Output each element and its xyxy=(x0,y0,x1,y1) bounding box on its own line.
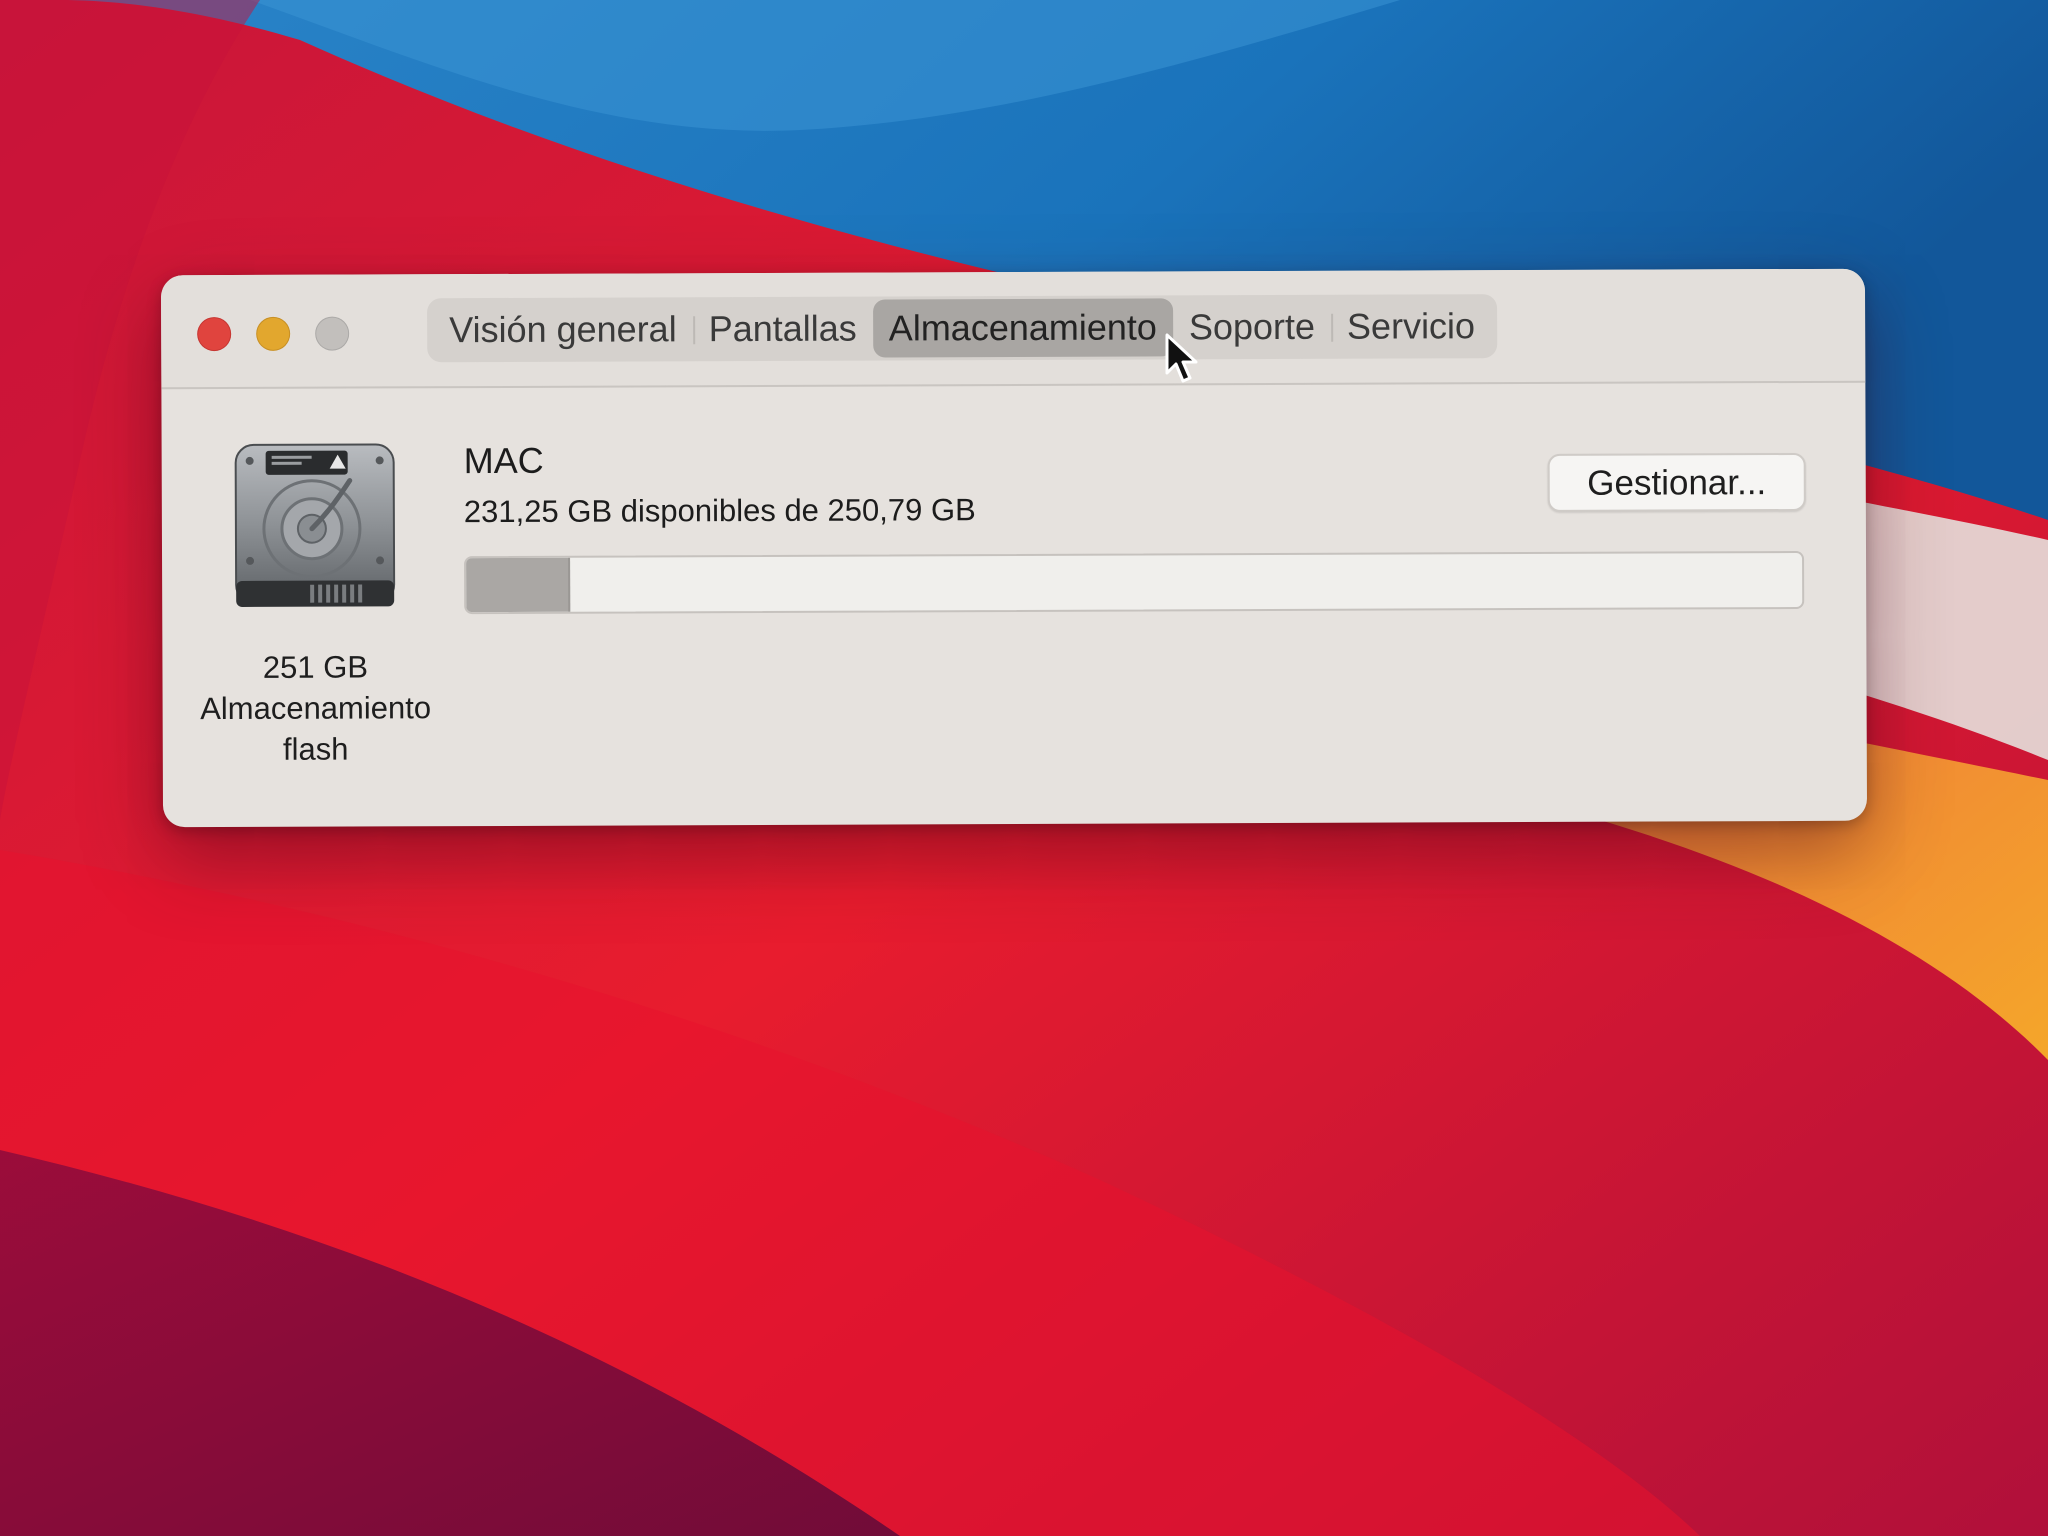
tab-bar: Visión general Pantallas Almacenamiento … xyxy=(427,294,1498,363)
tab-almacenamiento[interactable]: Almacenamiento xyxy=(872,298,1174,358)
storage-panel: 251 GB Almacenamiento flash MAC 231,25 G… xyxy=(161,383,1867,828)
volume-name: MAC xyxy=(463,439,544,482)
volume-capacity-info: 231,25 GB disponibles de 250,79 GB xyxy=(463,492,976,530)
minimize-window-button[interactable] xyxy=(256,316,291,351)
hard-drive-icon xyxy=(234,443,396,607)
close-window-button[interactable] xyxy=(197,317,232,352)
title-bar: Visión general Pantallas Almacenamiento … xyxy=(160,268,1866,390)
disk-type-line1: Almacenamiento xyxy=(200,690,432,727)
disk-size: 251 GB xyxy=(262,649,369,685)
manage-storage-button[interactable]: Gestionar... xyxy=(1547,452,1806,512)
tab-vision-general[interactable]: Visión general xyxy=(433,300,693,359)
disk-caption: 251 GB Almacenamiento flash xyxy=(172,646,458,770)
zoom-window-button[interactable] xyxy=(315,316,350,351)
about-this-mac-window: Visión general Pantallas Almacenamiento … xyxy=(160,268,1868,828)
storage-used-segment xyxy=(466,557,571,613)
disk-type-line2: flash xyxy=(282,731,349,767)
tab-pantallas[interactable]: Pantallas xyxy=(693,300,873,359)
tab-servicio[interactable]: Servicio xyxy=(1331,297,1491,356)
storage-usage-bar xyxy=(464,550,1805,615)
mouse-pointer-icon xyxy=(1165,333,1198,383)
